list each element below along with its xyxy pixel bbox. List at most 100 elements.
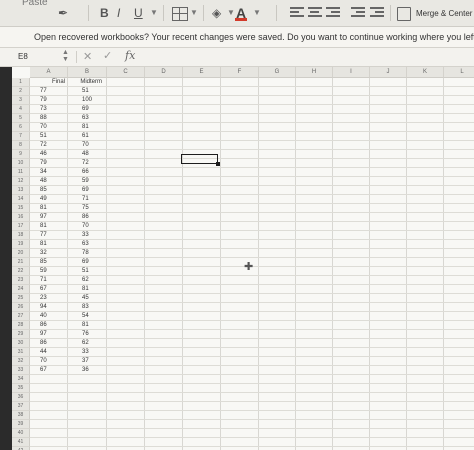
cell-final[interactable]: 86 — [30, 321, 68, 330]
cell-final[interactable]: 97 — [30, 213, 68, 222]
cell-midterm[interactable]: 63 — [68, 240, 107, 249]
cell-final[interactable]: 59 — [30, 267, 68, 276]
cell-final[interactable]: 32 — [30, 249, 68, 258]
cell-midterm[interactable]: 33 — [68, 231, 107, 240]
merge-center-button[interactable]: Merge & Center — [416, 5, 472, 23]
borders-icon[interactable] — [172, 7, 188, 21]
cell-final[interactable]: 23 — [30, 294, 68, 303]
row-header[interactable]: 25 — [12, 294, 30, 303]
increase-indent-icon[interactable] — [370, 7, 384, 19]
cell-midterm[interactable]: 62 — [68, 276, 107, 285]
cell-final[interactable]: 73 — [30, 105, 68, 114]
cell-midterm[interactable]: 37 — [68, 357, 107, 366]
row-header[interactable]: 1 — [12, 78, 30, 87]
merge-icon[interactable] — [397, 7, 411, 21]
cell-midterm[interactable]: 81 — [68, 285, 107, 294]
decrease-indent-icon[interactable] — [351, 7, 365, 19]
cell-midterm[interactable]: 48 — [68, 150, 107, 159]
cell-midterm[interactable]: 72 — [68, 159, 107, 168]
cell-a1[interactable]: Final — [30, 78, 68, 87]
column-header-c[interactable]: C — [107, 67, 145, 78]
cell-midterm[interactable]: 75 — [68, 204, 107, 213]
row-header[interactable]: 22 — [12, 267, 30, 276]
format-painter-icon[interactable]: ✒ — [58, 4, 68, 22]
name-box-stepper-icon[interactable]: ▲ ▼ — [62, 49, 69, 63]
row-header[interactable]: 12 — [12, 177, 30, 186]
cell-final[interactable]: 51 — [30, 132, 68, 141]
cell-final[interactable]: 85 — [30, 186, 68, 195]
cell-final[interactable]: 97 — [30, 330, 68, 339]
cell-midterm[interactable]: 83 — [68, 303, 107, 312]
row-header[interactable]: 38 — [12, 411, 30, 420]
row-header[interactable]: 40 — [12, 429, 30, 438]
column-header-a[interactable]: A — [30, 67, 68, 78]
selected-cell-e8[interactable] — [181, 154, 220, 166]
cell-midterm[interactable]: 78 — [68, 249, 107, 258]
insert-function-button[interactable]: fx — [125, 49, 135, 62]
cell-midterm[interactable]: 69 — [68, 105, 107, 114]
cell-final[interactable]: 49 — [30, 195, 68, 204]
name-box[interactable]: E8 — [18, 50, 68, 63]
check-icon[interactable]: ✓ — [103, 49, 112, 62]
column-header-f[interactable]: F — [221, 67, 259, 78]
cell-final[interactable]: 79 — [30, 96, 68, 105]
column-header-b[interactable]: B — [68, 67, 107, 78]
row-header[interactable]: 14 — [12, 195, 30, 204]
row-header[interactable]: 41 — [12, 438, 30, 447]
cell-final[interactable]: 71 — [30, 276, 68, 285]
spreadsheet-grid[interactable]: A B C D E F G H I J K L 1 2 3 4 5 6 7 8 9 10 11 12 13 14 15 16 17 18 1… — [12, 67, 474, 450]
cell-final[interactable]: 79 — [30, 159, 68, 168]
cell-midterm[interactable]: 76 — [68, 330, 107, 339]
column-header-j[interactable]: J — [370, 67, 407, 78]
cell-midterm[interactable]: 81 — [68, 123, 107, 132]
row-header[interactable]: 39 — [12, 420, 30, 429]
row-header[interactable]: 16 — [12, 213, 30, 222]
row-header[interactable]: 8 — [12, 141, 30, 150]
cell-final[interactable]: 67 — [30, 366, 68, 375]
cell-final[interactable]: 77 — [30, 231, 68, 240]
cell-midterm[interactable]: 70 — [68, 222, 107, 231]
row-header[interactable]: 29 — [12, 330, 30, 339]
row-header[interactable]: 27 — [12, 312, 30, 321]
row-header[interactable]: 15 — [12, 204, 30, 213]
cell-midterm[interactable]: 69 — [68, 186, 107, 195]
column-header-l[interactable]: L — [444, 67, 474, 78]
cell-midterm[interactable]: 54 — [68, 312, 107, 321]
cell-final[interactable]: 34 — [30, 168, 68, 177]
row-header[interactable]: 37 — [12, 402, 30, 411]
cell-final[interactable]: 77 — [30, 87, 68, 96]
cell-final[interactable]: 81 — [30, 240, 68, 249]
cell-final[interactable]: 46 — [30, 150, 68, 159]
cell-final[interactable]: 88 — [30, 114, 68, 123]
row-header[interactable]: 30 — [12, 339, 30, 348]
row-header[interactable]: 24 — [12, 285, 30, 294]
column-header-i[interactable]: I — [333, 67, 370, 78]
cell-final[interactable]: 72 — [30, 141, 68, 150]
cell-midterm[interactable]: 66 — [68, 168, 107, 177]
row-header[interactable]: 18 — [12, 231, 30, 240]
row-header[interactable]: 5 — [12, 114, 30, 123]
cell-midterm[interactable]: 100 — [68, 96, 107, 105]
cell-midterm[interactable]: 61 — [68, 132, 107, 141]
cell-midterm[interactable]: 63 — [68, 114, 107, 123]
cell-final[interactable]: 85 — [30, 258, 68, 267]
chevron-down-icon[interactable]: ▼ — [150, 4, 158, 22]
cancel-icon[interactable]: ✕ — [83, 50, 92, 63]
row-header[interactable]: 23 — [12, 276, 30, 285]
row-header[interactable]: 33 — [12, 366, 30, 375]
cell-midterm[interactable]: 62 — [68, 339, 107, 348]
column-header-g[interactable]: G — [259, 67, 296, 78]
cell-final[interactable]: 94 — [30, 303, 68, 312]
row-header[interactable]: 6 — [12, 123, 30, 132]
row-header[interactable]: 13 — [12, 186, 30, 195]
cell-midterm[interactable]: 33 — [68, 348, 107, 357]
row-header[interactable]: 19 — [12, 240, 30, 249]
underline-button[interactable]: U — [134, 4, 143, 22]
cell-midterm[interactable]: 36 — [68, 366, 107, 375]
align-left-icon[interactable] — [290, 7, 304, 19]
font-color-button[interactable]: A — [234, 4, 248, 22]
chevron-down-icon[interactable]: ▼ — [227, 4, 235, 22]
bold-button[interactable]: B — [100, 4, 109, 22]
row-header[interactable]: 21 — [12, 258, 30, 267]
row-header[interactable]: 32 — [12, 357, 30, 366]
